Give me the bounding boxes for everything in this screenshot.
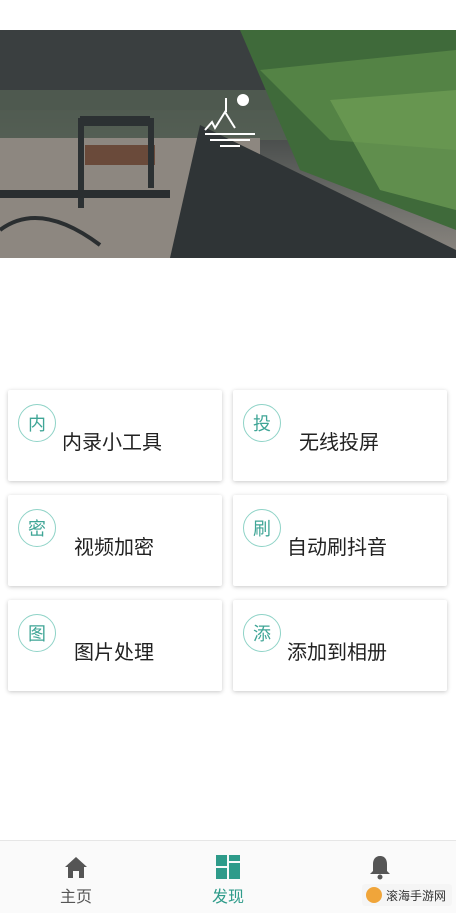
- card-label: 添加到相册: [287, 640, 387, 664]
- card-record-tool[interactable]: 内 内录小工具: [8, 390, 222, 481]
- banner-image: [0, 30, 456, 258]
- card-label: 内录小工具: [62, 430, 162, 454]
- status-bar-area: [0, 0, 456, 30]
- card-auto-douyin[interactable]: 刷 自动刷抖音: [233, 495, 447, 586]
- tab-label: 主页: [59, 887, 92, 906]
- badge: 密: [18, 509, 56, 547]
- tab-label: 发现: [211, 887, 244, 906]
- badge: 添: [243, 614, 281, 652]
- card-label: 图片处理: [74, 640, 154, 664]
- watermark-logo-icon: [366, 887, 382, 903]
- watermark: 滚海手游网: [362, 884, 452, 906]
- card-add-to-album[interactable]: 添 添加到相册: [233, 600, 447, 691]
- home-icon: [65, 857, 87, 878]
- tab-home[interactable]: 主页: [0, 841, 152, 913]
- badge: 投: [243, 404, 281, 442]
- card-image-process[interactable]: 图 图片处理: [8, 600, 222, 691]
- card-label: 无线投屏: [299, 430, 379, 454]
- badge: 内: [18, 404, 56, 442]
- grid-icon: [216, 855, 240, 879]
- watermark-text: 滚海手游网: [386, 888, 447, 903]
- badge: 刷: [243, 509, 281, 547]
- card-label: 自动刷抖音: [287, 535, 387, 559]
- banner-photo-illustration: [0, 30, 456, 258]
- card-wireless-cast[interactable]: 投 无线投屏: [233, 390, 447, 481]
- bell-icon: [370, 856, 390, 880]
- card-label: 视频加密: [74, 535, 154, 559]
- tab-discover[interactable]: 发现: [152, 841, 304, 913]
- card-video-encrypt[interactable]: 密 视频加密: [8, 495, 222, 586]
- badge: 图: [18, 614, 56, 652]
